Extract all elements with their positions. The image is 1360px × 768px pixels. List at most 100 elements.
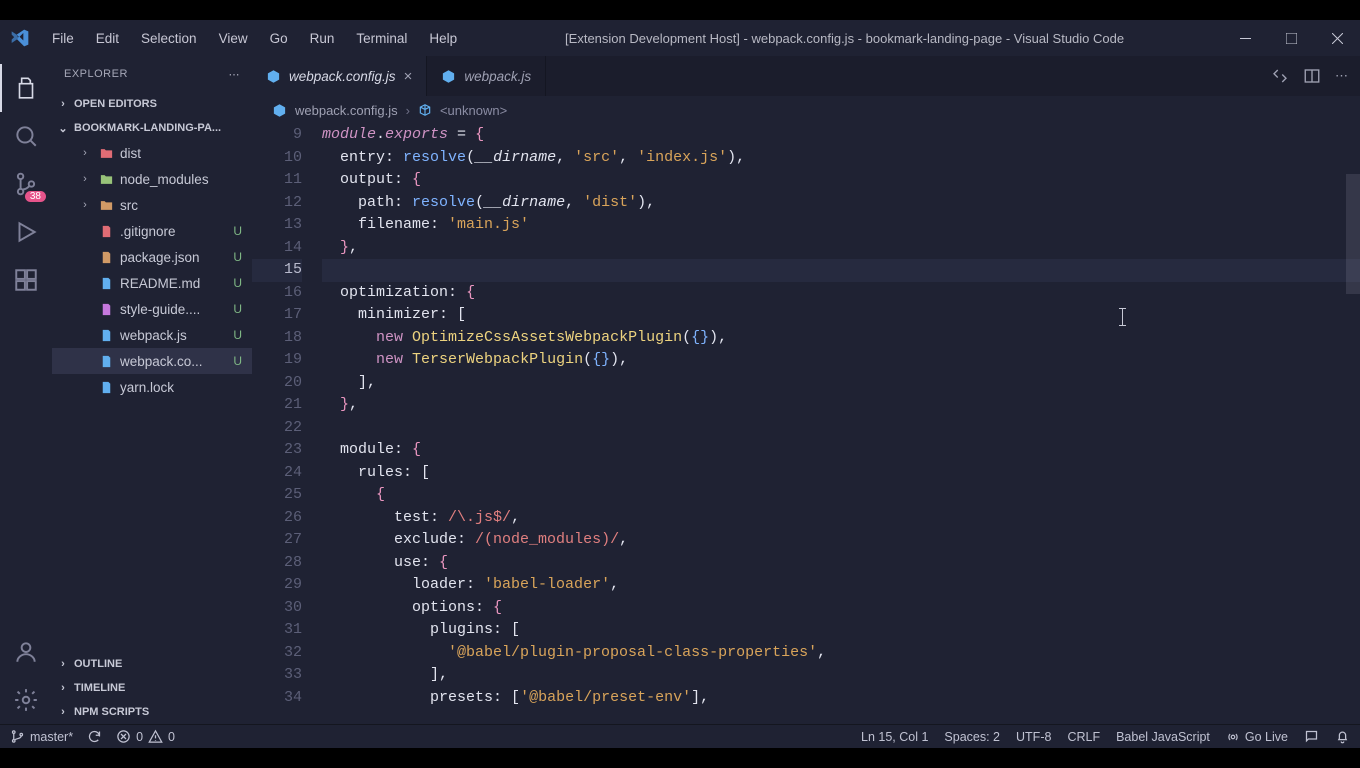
file-icon bbox=[98, 379, 114, 395]
chevron-right-icon: › bbox=[56, 706, 70, 718]
code-line: module.exports = { bbox=[322, 124, 1360, 147]
scrollbar-thumb[interactable] bbox=[1346, 174, 1360, 294]
git-status-badge: U bbox=[233, 302, 242, 316]
code-line: ], bbox=[322, 664, 1360, 687]
menu-run[interactable]: Run bbox=[300, 27, 345, 50]
file-name: node_modules bbox=[120, 172, 209, 187]
menu-help[interactable]: Help bbox=[419, 27, 467, 50]
file-README-md[interactable]: README.mdU bbox=[52, 270, 252, 296]
window-title: [Extension Development Host] - webpack.c… bbox=[467, 31, 1222, 46]
sync-icon[interactable] bbox=[87, 729, 102, 744]
folder-src[interactable]: ›src bbox=[52, 192, 252, 218]
code-line: new TerserWebpackPlugin({}), bbox=[322, 349, 1360, 372]
maximize-button[interactable] bbox=[1268, 20, 1314, 56]
minimize-button[interactable] bbox=[1222, 20, 1268, 56]
code-line: ], bbox=[322, 372, 1360, 395]
webpack-file-icon bbox=[266, 69, 281, 84]
extensions-icon[interactable] bbox=[0, 256, 52, 304]
code-line bbox=[322, 417, 1360, 440]
compare-changes-icon[interactable] bbox=[1271, 67, 1289, 85]
code-line: module: { bbox=[322, 439, 1360, 462]
file-icon bbox=[98, 301, 114, 317]
tab-webpack-config-js[interactable]: webpack.config.js× bbox=[252, 56, 427, 96]
run-debug-icon[interactable] bbox=[0, 208, 52, 256]
code-line: path: resolve(__dirname, 'dist'), bbox=[322, 192, 1360, 215]
tab-webpack-js[interactable]: webpack.js bbox=[427, 56, 546, 96]
file-webpack-js[interactable]: webpack.jsU bbox=[52, 322, 252, 348]
file-icon bbox=[98, 353, 114, 369]
file-style-guide-[interactable]: style-guide....U bbox=[52, 296, 252, 322]
split-editor-icon[interactable] bbox=[1303, 67, 1321, 85]
file-package-json[interactable]: package.json U bbox=[52, 244, 252, 270]
go-live[interactable]: Go Live bbox=[1226, 730, 1288, 744]
menu-selection[interactable]: Selection bbox=[131, 27, 207, 50]
settings-gear-icon[interactable] bbox=[0, 676, 52, 724]
explorer-icon[interactable] bbox=[0, 64, 52, 112]
code-line: '@babel/plugin-proposal-class-properties… bbox=[322, 642, 1360, 665]
menu-edit[interactable]: Edit bbox=[86, 27, 129, 50]
status-bar: master* 0 0 Ln 15, Col 1 Spaces: 2 UTF-8… bbox=[0, 724, 1360, 748]
account-icon[interactable] bbox=[0, 628, 52, 676]
search-icon[interactable] bbox=[0, 112, 52, 160]
feedback-icon[interactable] bbox=[1304, 729, 1319, 744]
file-tree: ›dist›node_modules›src .gitignore Upackage… bbox=[52, 140, 252, 652]
language-mode[interactable]: Babel JavaScript bbox=[1116, 730, 1210, 744]
open-editors-section[interactable]: › OPEN EDITORS bbox=[52, 92, 252, 116]
webpack-file-icon bbox=[272, 103, 287, 118]
breadcrumb[interactable]: webpack.config.js › <unknown> bbox=[252, 96, 1360, 124]
file-webpack-co-[interactable]: webpack.co...U bbox=[52, 348, 252, 374]
menu-terminal[interactable]: Terminal bbox=[346, 27, 417, 50]
cursor-position[interactable]: Ln 15, Col 1 bbox=[861, 730, 928, 744]
more-actions-icon[interactable]: ⋯ bbox=[1335, 68, 1348, 84]
eol[interactable]: CRLF bbox=[1067, 730, 1100, 744]
breadcrumb-file: webpack.config.js bbox=[295, 103, 398, 118]
source-control-icon[interactable]: 38 bbox=[0, 160, 52, 208]
chevron-right-icon: › bbox=[56, 98, 70, 110]
code-line: options: { bbox=[322, 597, 1360, 620]
file--gitignore[interactable]: .gitignore U bbox=[52, 218, 252, 244]
code-line: plugins: [ bbox=[322, 619, 1360, 642]
menu-view[interactable]: View bbox=[209, 27, 258, 50]
breadcrumb-separator-icon: › bbox=[406, 103, 410, 118]
chevron-right-icon: › bbox=[56, 682, 70, 694]
file-name: src bbox=[120, 198, 138, 213]
sidebar-title: EXPLORER bbox=[64, 68, 128, 80]
file-name: webpack.js bbox=[120, 328, 187, 343]
menu-go[interactable]: Go bbox=[260, 27, 298, 50]
close-button[interactable] bbox=[1314, 20, 1360, 56]
project-section[interactable]: ⌄ BOOKMARK-LANDING-PA... bbox=[52, 116, 252, 140]
git-status-badge: U bbox=[233, 250, 242, 264]
file-name: webpack.co... bbox=[120, 354, 203, 369]
file-icon bbox=[98, 223, 114, 239]
npm-scripts-section[interactable]: › NPM SCRIPTS bbox=[52, 700, 252, 724]
file-name: .gitignore bbox=[120, 224, 176, 239]
menu-bar: FileEditSelectionViewGoRunTerminalHelp bbox=[42, 27, 467, 50]
folder-node_modules[interactable]: ›node_modules bbox=[52, 166, 252, 192]
chevron-right-icon: › bbox=[56, 658, 70, 670]
error-count: 0 bbox=[136, 730, 143, 744]
symbol-cube-icon bbox=[418, 103, 432, 117]
outline-section[interactable]: › OUTLINE bbox=[52, 652, 252, 676]
code-line: optimization: { bbox=[322, 282, 1360, 305]
code-line: presets: ['@babel/preset-env'], bbox=[322, 687, 1360, 710]
sidebar-more-icon[interactable]: ⋯ bbox=[229, 68, 241, 81]
encoding[interactable]: UTF-8 bbox=[1016, 730, 1051, 744]
section-label: OUTLINE bbox=[74, 658, 122, 670]
scm-badge: 38 bbox=[25, 191, 46, 202]
editor-area: webpack.config.js×webpack.js ⋯ webpack.c… bbox=[252, 56, 1360, 724]
code-line: new OptimizeCssAssetsWebpackPlugin({}), bbox=[322, 327, 1360, 350]
close-icon[interactable]: × bbox=[404, 68, 413, 85]
file-name: package.json bbox=[120, 250, 200, 265]
section-label: TIMELINE bbox=[74, 682, 125, 694]
problems[interactable]: 0 0 bbox=[116, 729, 175, 744]
timeline-section[interactable]: › TIMELINE bbox=[52, 676, 252, 700]
git-status-badge: U bbox=[233, 224, 242, 238]
indentation[interactable]: Spaces: 2 bbox=[944, 730, 1000, 744]
folder-dist[interactable]: ›dist bbox=[52, 140, 252, 166]
code-editor[interactable]: 9101112131415161718192021222324252627282… bbox=[252, 124, 1360, 724]
git-status-badge: U bbox=[233, 276, 242, 290]
git-branch[interactable]: master* bbox=[10, 729, 73, 744]
menu-file[interactable]: File bbox=[42, 27, 84, 50]
file-yarn-lock[interactable]: yarn.lock bbox=[52, 374, 252, 400]
bell-icon[interactable] bbox=[1335, 729, 1350, 744]
